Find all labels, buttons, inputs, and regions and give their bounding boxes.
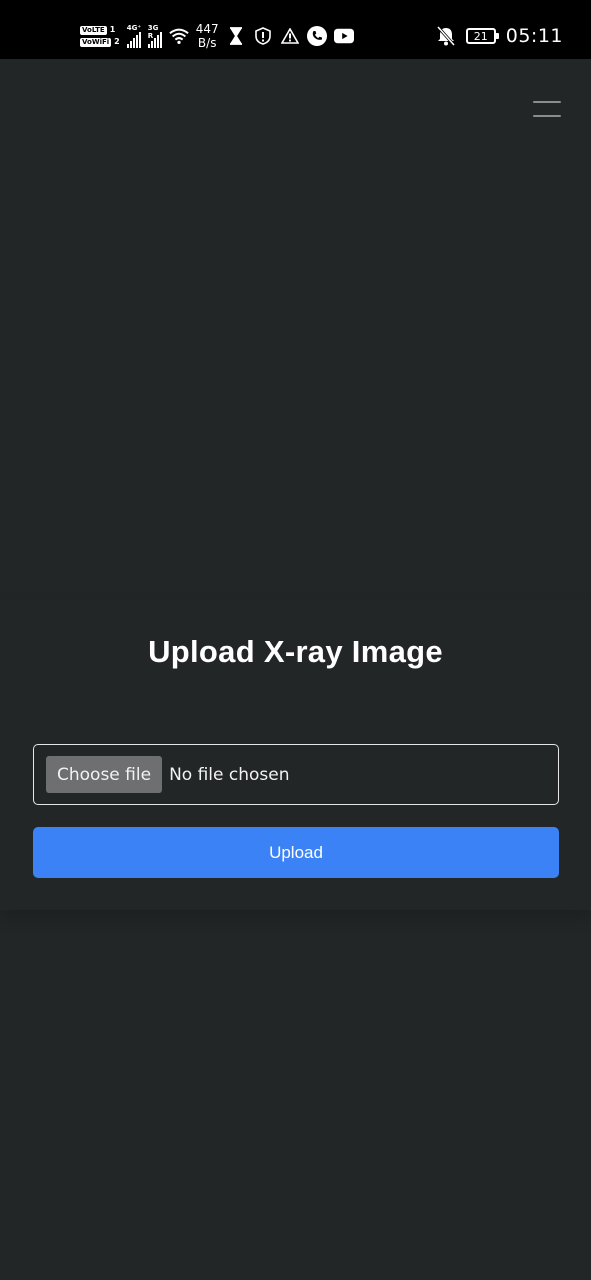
network-speed-value: 447 — [195, 22, 219, 36]
battery-icon: 21 — [465, 28, 499, 44]
shield-alert-icon — [253, 26, 273, 46]
vowifi-badge: VoWiFi — [80, 37, 112, 47]
volte-badge: VoLTE — [80, 25, 107, 35]
file-status-text: No file chosen — [169, 764, 290, 785]
sim2-number: 2 — [114, 37, 120, 46]
hamburger-menu-icon[interactable] — [533, 101, 561, 117]
page-title: Upload X-ray Image — [148, 634, 443, 669]
sim1-number: 1 — [109, 25, 116, 34]
sim2-indicator: VoWiFi 2 — [80, 37, 120, 47]
network-type-1: 4G⁺ — [126, 24, 142, 32]
network-speed-unit: B/s — [197, 36, 217, 50]
notifications-off-icon — [436, 26, 456, 46]
upload-button[interactable]: Upload — [33, 827, 559, 878]
youtube-icon — [333, 26, 354, 46]
choose-file-button[interactable]: Choose file — [46, 756, 163, 793]
signal-1-icon: 4G⁺ — [126, 24, 142, 48]
wifi-icon — [169, 26, 189, 46]
warning-icon — [280, 26, 300, 46]
network-speed: 447 B/s — [196, 22, 219, 50]
sim1-indicator: VoLTE 1 — [80, 25, 120, 35]
network-type-2: 3G R — [147, 24, 159, 40]
status-bar-left: VoLTE 1 VoWiFi 2 4G⁺ 3G R 447 B/s — [80, 18, 354, 54]
file-input[interactable]: Choose file No file chosen — [33, 744, 559, 805]
clock: 05:11 — [505, 25, 563, 47]
phone-call-icon — [306, 26, 327, 46]
signal-2-icon: 3G R — [147, 24, 162, 48]
sim-indicators: VoLTE 1 VoWiFi 2 — [80, 25, 120, 47]
status-bar: VoLTE 1 VoWiFi 2 4G⁺ 3G R 447 B/s 21 05:… — [0, 0, 591, 59]
battery-level: 21 — [473, 29, 488, 43]
status-bar-right: 21 05:11 — [436, 18, 563, 54]
hourglass-icon — [226, 26, 246, 46]
